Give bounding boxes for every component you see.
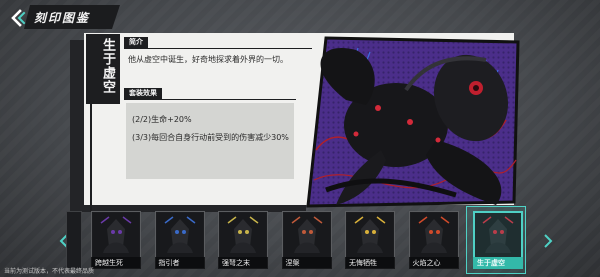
engraving-card[interactable]: 跨越生死 [91, 211, 141, 269]
effect-rule [124, 99, 296, 100]
engraving-card[interactable]: 火焰之心 [408, 211, 459, 269]
chevron-right-icon [544, 234, 553, 248]
intro-rule [124, 48, 312, 49]
engraving-card[interactable]: 强弩之末 [218, 211, 268, 269]
engraving-card[interactable]: 指引者 [154, 211, 205, 269]
back-arrow-icon [11, 9, 26, 27]
card-frame [66, 211, 82, 269]
dark-figure-icon [283, 213, 330, 257]
engraving-name: 生于虚空 [100, 38, 115, 94]
card-label: 强弩之末 [218, 257, 268, 269]
card-label: 跨越生死 [91, 257, 141, 269]
dark-figure-icon [93, 213, 139, 257]
dark-figure-icon [410, 213, 457, 257]
page-title: 刻印图鉴 [34, 10, 91, 25]
intro-label: 简介 [124, 37, 148, 48]
card-label: 指引者 [154, 257, 205, 269]
engraving-card[interactable]: 涅槃 [281, 211, 332, 269]
dark-figure-icon [347, 213, 393, 257]
engraving-card[interactable]: 无悔牺牲 [345, 211, 395, 269]
card-label: 火焰之心 [408, 257, 459, 269]
header: 刻印图鉴 [0, 0, 260, 34]
dark-figure-icon [220, 213, 266, 257]
page-title-bar: 刻印图鉴 [24, 5, 120, 29]
card-label: 涅槃 [281, 257, 332, 269]
name-divider [90, 100, 92, 212]
strip-next-arrow[interactable] [542, 233, 554, 248]
strip-card-partial[interactable] [66, 211, 82, 269]
dark-figure-icon [156, 213, 203, 257]
effect-line-1: (2/2)生命+20% [132, 115, 192, 124]
test-version-disclaimer: 当前为测试版本，不代表最终品质 [4, 268, 95, 275]
effect-label: 套装效果 [124, 88, 162, 99]
engraving-illustration [286, 30, 536, 215]
effect-line-2: (3/3)每回合自身行动前受到的伤害减少30% [132, 133, 289, 142]
card-label: 无悔牺牲 [345, 257, 395, 269]
active-card-highlight [466, 206, 526, 274]
